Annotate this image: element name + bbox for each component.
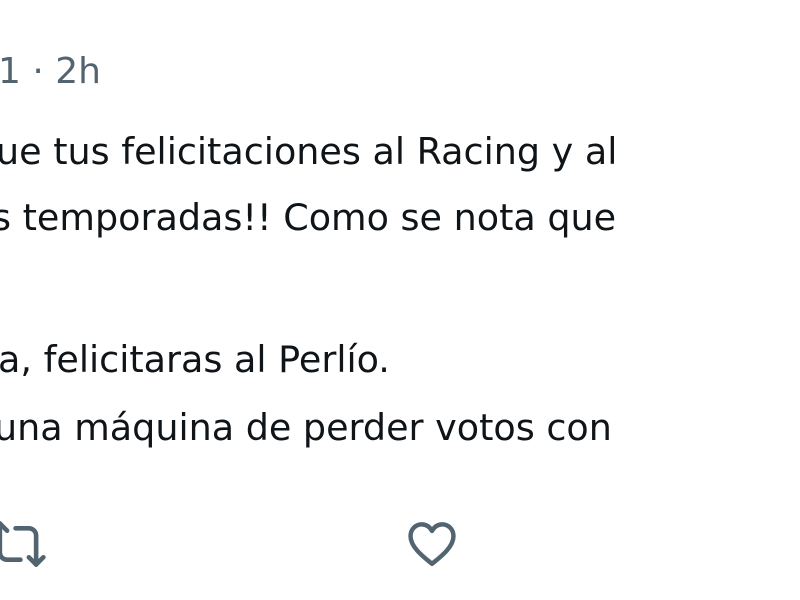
like-button[interactable]: [400, 512, 464, 576]
tweet-meta-timestamp[interactable]: 1 · 2h: [0, 48, 101, 96]
retweet-button[interactable]: [0, 512, 50, 576]
tweet-text-line: s temporadas!! Como se nota que: [0, 196, 617, 239]
tweet-text-line: a, felicitaras al Perlío.: [0, 338, 390, 381]
tweet-text-line: una máquina de perder votos con: [0, 406, 612, 449]
heart-icon: [404, 516, 460, 572]
retweet-icon: [0, 515, 47, 573]
tweet-text-line: ue tus felicitaciones al Racing y al: [0, 130, 618, 173]
tweet-card: 1 · 2h ue tus felicitaciones al Racing y…: [0, 0, 800, 600]
